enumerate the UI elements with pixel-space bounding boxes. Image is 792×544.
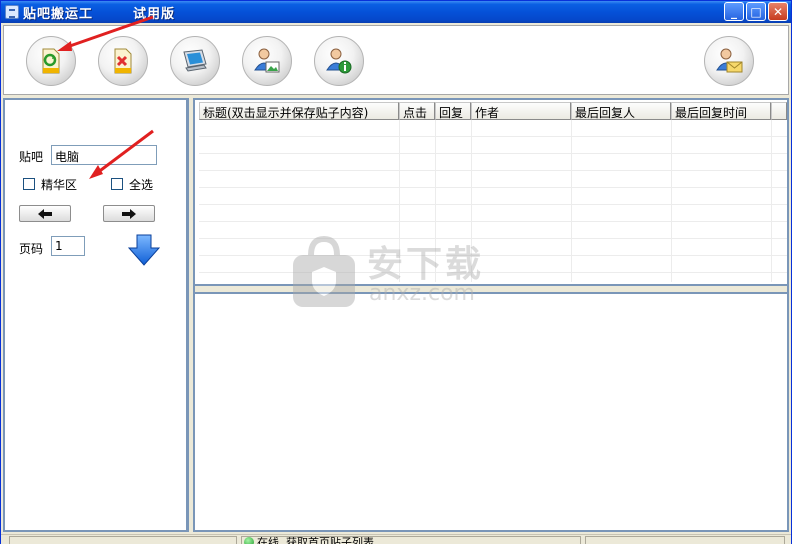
grid-line [471, 120, 472, 282]
column-last-reply-time[interactable]: 最后回复时间 [671, 102, 771, 120]
status-pane-main: 在线 获取首页贴子列表 [241, 536, 581, 544]
window-controls: _ □ ✕ [724, 2, 788, 21]
arrow-down-icon [127, 234, 161, 266]
refresh-doc-button[interactable] [26, 36, 76, 86]
user-picture-button[interactable] [242, 36, 292, 86]
grid-line [435, 120, 436, 282]
go-button[interactable] [127, 234, 161, 266]
content-pane: 标题(双击显示并保存贴子内容) 点击 回复 作者 最后回复人 最后回复时间 [193, 98, 789, 532]
maximize-icon: □ [750, 4, 762, 19]
close-button[interactable]: ✕ [768, 2, 788, 21]
user-info-icon [326, 48, 352, 74]
delete-doc-button[interactable] [98, 36, 148, 86]
user-info-button[interactable] [314, 36, 364, 86]
tieba-label: 贴吧 [19, 150, 44, 164]
status-pane-right [585, 536, 785, 544]
page-input[interactable]: 1 [51, 236, 85, 256]
column-title[interactable]: 标题(双击显示并保存贴子内容) [199, 102, 399, 120]
grid-line [671, 120, 672, 282]
jinghua-label: 精华区 [41, 178, 78, 192]
next-page-button[interactable] [103, 205, 155, 222]
arrow-left-icon [38, 208, 52, 219]
status-bar: 在线 获取首页贴子列表 [1, 534, 791, 544]
user-mail-button[interactable] [704, 36, 754, 86]
arrow-right-icon [122, 208, 136, 219]
user-mail-icon [716, 48, 743, 73]
window-title: 贴吧搬运工 [23, 6, 94, 22]
select-all-checkbox[interactable] [111, 178, 123, 190]
status-message: 获取首页贴子列表 [286, 536, 374, 544]
column-filler [771, 102, 787, 120]
tieba-input[interactable]: 电脑 [51, 145, 157, 165]
post-list-table[interactable]: 标题(双击显示并保存贴子内容) 点击 回复 作者 最后回复人 最后回复时间 [195, 100, 787, 284]
status-pane-empty [9, 536, 237, 544]
jinghua-checkbox[interactable] [23, 178, 35, 190]
table-body[interactable] [199, 120, 787, 282]
minimize-button[interactable]: _ [724, 2, 744, 21]
online-status-icon [244, 537, 254, 544]
window-edition: 试用版 [133, 6, 176, 22]
document-delete-icon [114, 48, 132, 74]
post-content-area[interactable] [195, 294, 787, 530]
prev-page-button[interactable] [19, 205, 71, 222]
grid-line [399, 120, 400, 282]
app-icon [5, 5, 19, 19]
toolbar [3, 25, 789, 95]
title-bar[interactable]: 贴吧搬运工 试用版 _ □ ✕ [1, 1, 791, 23]
column-replies[interactable]: 回复 [435, 102, 471, 120]
grid-line [571, 120, 572, 282]
document-refresh-icon [42, 48, 60, 74]
status-state: 在线 [257, 536, 279, 544]
select-all-label: 全选 [129, 178, 154, 192]
column-clicks[interactable]: 点击 [399, 102, 435, 120]
grid-line [771, 120, 772, 282]
search-panel: 贴吧 电脑 精华区 全选 页码 1 [3, 98, 189, 532]
app-window: 贴吧搬运工 试用版 _ □ ✕ 贴吧 电脑 精华区 全选 页码 1 标题(双击显… [0, 0, 792, 544]
pane-splitter[interactable] [195, 284, 787, 294]
user-picture-icon [254, 48, 280, 73]
page-label: 页码 [19, 242, 44, 256]
column-last-replier[interactable]: 最后回复人 [571, 102, 671, 120]
computer-button[interactable] [170, 36, 220, 86]
close-icon: ✕ [772, 4, 784, 19]
maximize-button[interactable]: □ [746, 2, 766, 21]
column-author[interactable]: 作者 [471, 102, 571, 120]
table-header: 标题(双击显示并保存贴子内容) 点击 回复 作者 最后回复人 最后回复时间 [199, 102, 787, 120]
computer-icon [183, 49, 207, 72]
minimize-icon: _ [731, 4, 737, 19]
